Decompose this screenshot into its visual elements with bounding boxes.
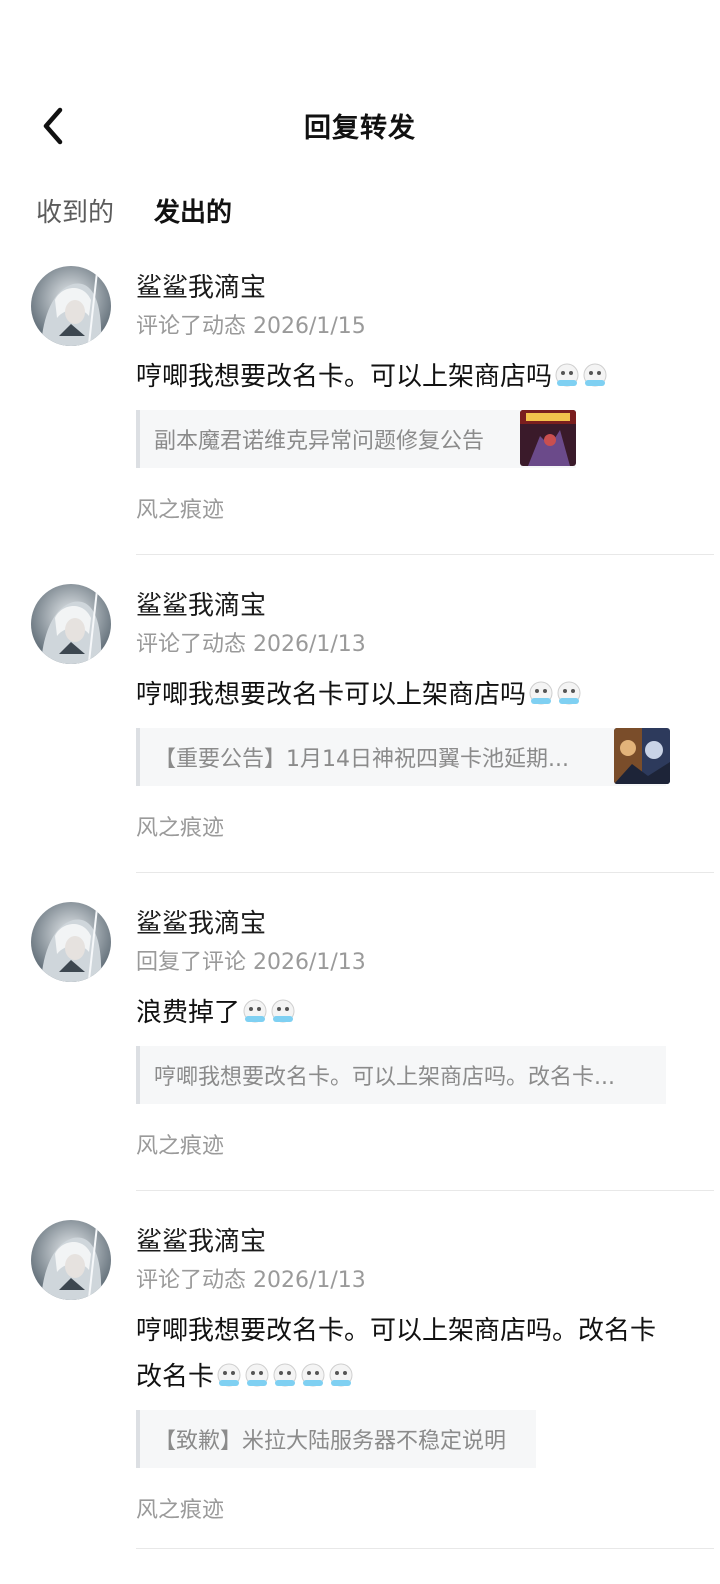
quoted-post[interactable]: 【致歉】米拉大陆服务器不稳定说明 — [136, 1410, 536, 1468]
source-name[interactable]: 风之痕迹 — [136, 1496, 696, 1526]
tab-received-label: 收到的 — [36, 198, 115, 228]
crying-face-icon — [273, 1363, 297, 1387]
comment-text: 哼唧我想要改名卡。可以上架商店吗。改名卡改名卡 — [136, 1316, 657, 1392]
quoted-comment-text: 哼唧我想要改名卡。可以上架商店吗。改名卡... — [154, 1065, 615, 1090]
source-name[interactable]: 风之痕迹 — [136, 814, 696, 844]
list-item[interactable]: 鲨鲨我滴宝 评论了动态 2026/1/15 哼唧我想要改名卡。可以上架商店吗 副… — [0, 256, 720, 574]
quoted-post[interactable]: 【重要公告】1月14日神祝四翼卡池延期... — [136, 728, 670, 786]
activity-meta: 评论了动态 2026/1/13 — [136, 632, 366, 657]
crying-face-icon — [555, 363, 579, 387]
header-bar: 回复转发 — [0, 96, 720, 156]
avatar[interactable] — [31, 266, 111, 346]
author-name[interactable]: 鲨鲨我滴宝 — [136, 906, 696, 942]
crying-face-icon — [271, 999, 295, 1023]
comment-text: 哼唧我想要改名卡。可以上架商店吗 — [136, 362, 553, 392]
comment-content: 浪费掉了 — [136, 990, 696, 1036]
author-name[interactable]: 鲨鲨我滴宝 — [136, 270, 696, 306]
tab-received[interactable]: 收到的 — [36, 192, 114, 244]
crying-face-icon — [529, 681, 553, 705]
quoted-post[interactable]: 副本魔君诺维克异常问题修复公告 — [136, 410, 576, 468]
crying-face-icon — [329, 1363, 353, 1387]
list-item[interactable]: 鲨鲨我滴宝 评论了动态 2026/1/13 哼唧我想要改名卡。可以上架商店吗。改… — [0, 1210, 720, 1562]
post-thumbnail-icon — [520, 410, 576, 466]
source-name[interactable]: 风之痕迹 — [136, 1132, 696, 1162]
quoted-post-title: 副本魔君诺维克异常问题修复公告 — [154, 429, 485, 454]
quoted-post-title: 【重要公告】1月14日神祝四翼卡池延期... — [154, 747, 569, 772]
crying-face-icon — [557, 681, 581, 705]
author-name[interactable]: 鲨鲨我滴宝 — [136, 588, 696, 624]
activity-meta: 评论了动态 2026/1/15 — [136, 314, 366, 339]
crying-face-icon — [243, 999, 267, 1023]
tab-sent[interactable]: 发出的 — [154, 192, 232, 244]
comment-text: 哼唧我想要改名卡可以上架商店吗 — [136, 680, 527, 710]
tab-bar: 收到的 发出的 — [36, 192, 272, 244]
comment-content: 哼唧我想要改名卡。可以上架商店吗。改名卡改名卡 — [136, 1308, 676, 1400]
activity-meta: 评论了动态 2026/1/13 — [136, 1268, 366, 1293]
page: 回复转发 收到的 发出的 鲨鲨我滴宝 评论了动态 2026/1/15 哼唧我想要… — [0, 0, 720, 1584]
list-item[interactable]: 鲨鲨我滴宝 评论了动态 2026/1/13 哼唧我想要改名卡可以上架商店吗 【重… — [0, 574, 720, 892]
source-name[interactable]: 风之痕迹 — [136, 496, 696, 526]
page-title: 回复转发 — [304, 113, 416, 144]
reply-list: 鲨鲨我滴宝 评论了动态 2026/1/15 哼唧我想要改名卡。可以上架商店吗 副… — [0, 256, 720, 1549]
activity-meta: 回复了评论 2026/1/13 — [136, 950, 366, 975]
author-name[interactable]: 鲨鲨我滴宝 — [136, 1224, 696, 1260]
crying-face-icon — [217, 1363, 241, 1387]
quoted-comment[interactable]: 哼唧我想要改名卡。可以上架商店吗。改名卡... — [136, 1046, 666, 1104]
comment-text: 浪费掉了 — [136, 998, 241, 1028]
user-avatar-icon — [31, 1220, 111, 1300]
crying-face-icon — [583, 363, 607, 387]
tab-sent-label: 发出的 — [154, 198, 233, 228]
crying-face-icon — [301, 1363, 325, 1387]
list-item[interactable]: 鲨鲨我滴宝 回复了评论 2026/1/13 浪费掉了 哼唧我想要改名卡。可以上架… — [0, 892, 720, 1210]
avatar[interactable] — [31, 902, 111, 982]
user-avatar-icon — [31, 266, 111, 346]
user-avatar-icon — [31, 902, 111, 982]
avatar[interactable] — [31, 584, 111, 664]
post-thumbnail-icon — [614, 728, 670, 784]
tab-active-indicator — [156, 228, 231, 235]
user-avatar-icon — [31, 584, 111, 664]
avatar[interactable] — [31, 1220, 111, 1300]
crying-face-icon — [245, 1363, 269, 1387]
quoted-post-title: 【致歉】米拉大陆服务器不稳定说明 — [154, 1429, 507, 1454]
comment-content: 哼唧我想要改名卡。可以上架商店吗 — [136, 354, 696, 400]
comment-content: 哼唧我想要改名卡可以上架商店吗 — [136, 672, 696, 718]
